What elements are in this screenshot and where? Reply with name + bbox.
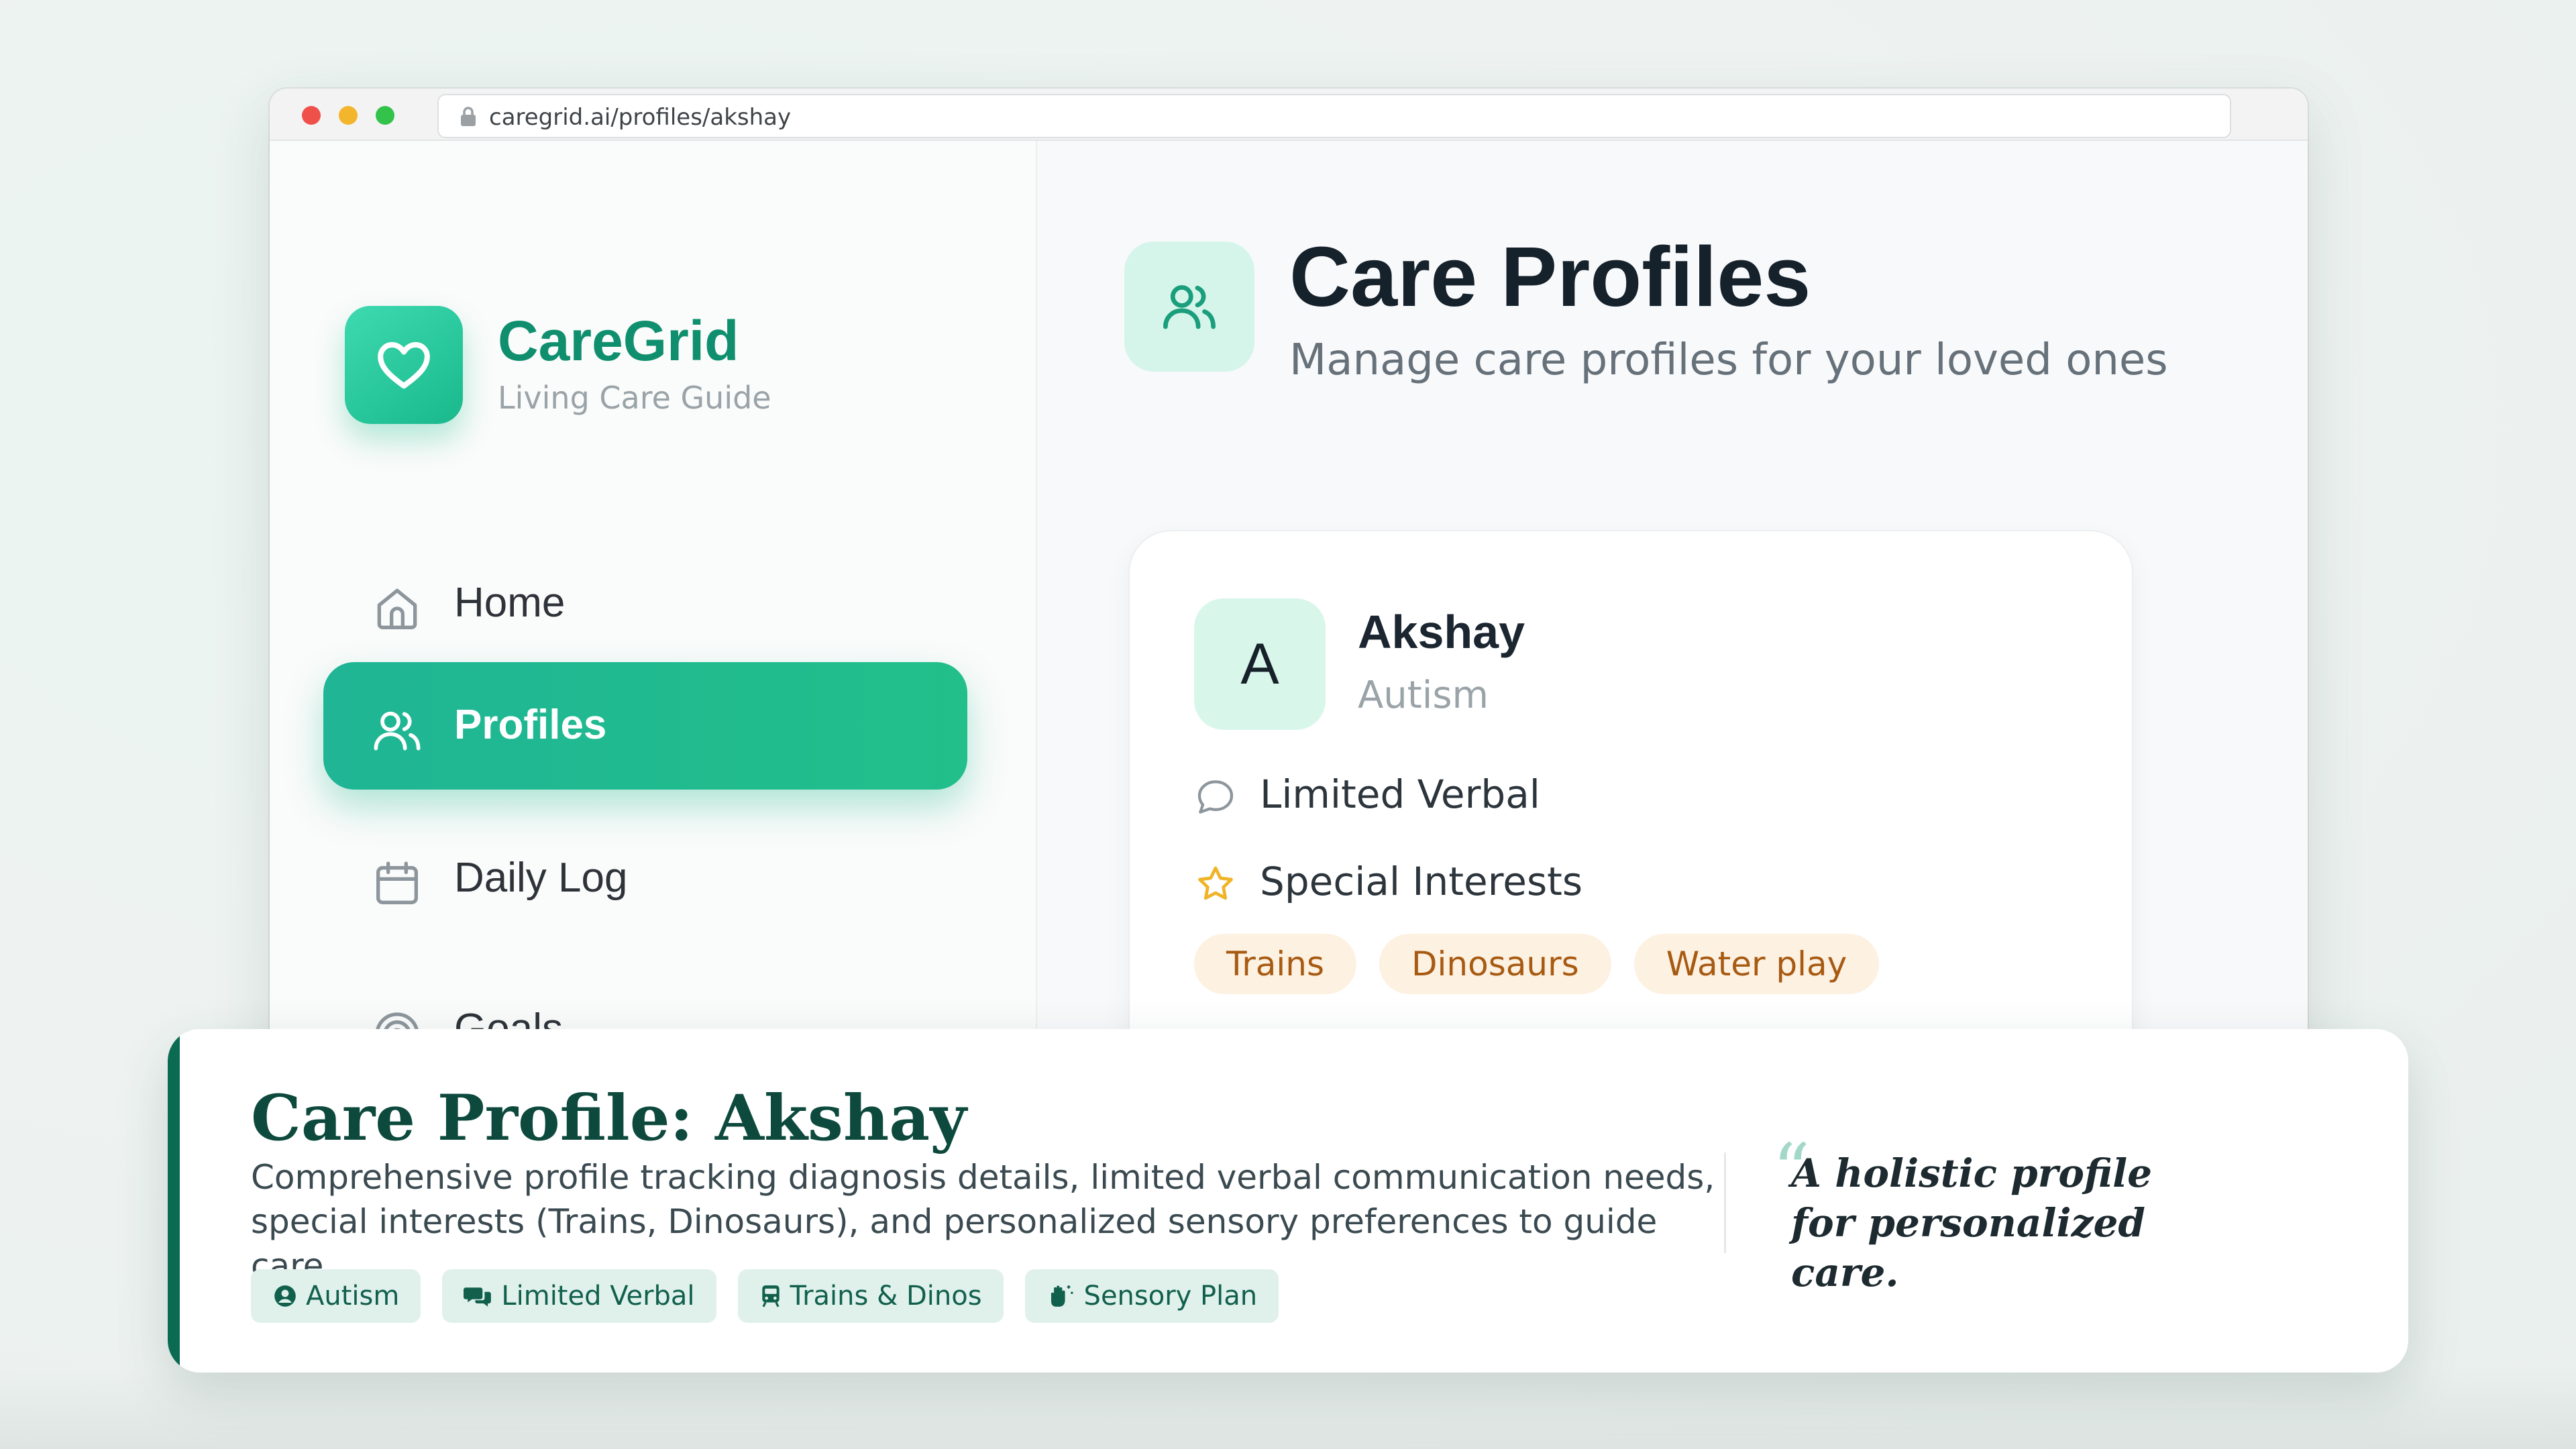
train-icon <box>761 1285 780 1307</box>
user-circle-icon <box>274 1285 296 1307</box>
tag-label: Limited Verbal <box>501 1281 695 1311</box>
sidebar-item-home[interactable]: Home <box>323 540 967 667</box>
page-title: Care Profiles <box>1289 229 1811 324</box>
avatar: A <box>1194 598 1326 730</box>
avatar-letter: A <box>1240 631 1279 696</box>
sidebar: CareGrid Living Care Guide Home Profiles… <box>270 141 1037 1162</box>
close-window-button[interactable] <box>302 106 321 125</box>
tag-label: Trains & Dinos <box>790 1281 982 1311</box>
address-bar[interactable]: caregrid.ai/profiles/akshay <box>437 94 2231 138</box>
tag-limited-verbal: Limited Verbal <box>442 1269 716 1323</box>
caption-divider <box>1724 1152 1726 1253</box>
caption-description: Comprehensive profile tracking diagnosis… <box>251 1158 1715 1285</box>
minimize-window-button[interactable] <box>339 106 358 125</box>
caption-quote: A holistic profile for personalized care… <box>1791 1150 2153 1295</box>
browser-window: caregrid.ai/profiles/akshay CareGrid Liv… <box>270 89 2308 1162</box>
tag-autism: Autism <box>251 1269 421 1323</box>
tag-trains-dinos: Trains & Dinos <box>737 1269 1004 1323</box>
page-subtitle: Manage care profiles for your loved ones <box>1289 335 2168 385</box>
main-content: Care Profiles Manage care profiles for y… <box>1037 141 2308 1162</box>
caption-panel: Care Profile: Akshay Comprehensive profi… <box>168 1029 2408 1373</box>
communication-label: Limited Verbal <box>1260 771 1540 817</box>
interest-chip[interactable]: Water play <box>1633 934 1880 994</box>
tag-label: Autism <box>306 1281 400 1311</box>
bottom-fade <box>0 1368 2576 1449</box>
comments-icon <box>464 1287 492 1307</box>
brand-name: CareGrid <box>498 309 739 372</box>
speech-bubble-icon <box>1197 780 1234 814</box>
maximize-window-button[interactable] <box>376 106 394 125</box>
sidebar-item-daily-log[interactable]: Daily Log <box>323 815 967 943</box>
browser-titlebar: caregrid.ai/profiles/akshay <box>270 89 2308 141</box>
heart-icon <box>378 341 430 389</box>
interest-chip[interactable]: Trains <box>1194 934 1357 994</box>
users-icon <box>1163 285 1216 329</box>
brand-tagline: Living Care Guide <box>498 380 771 416</box>
tag-sensory-plan: Sensory Plan <box>1024 1269 1279 1323</box>
caption-title: Care Profile: Akshay <box>251 1081 967 1155</box>
calendar-icon <box>370 857 424 913</box>
sidebar-item-label: Home <box>454 580 566 626</box>
profile-diagnosis: Autism <box>1358 674 1489 717</box>
users-icon <box>370 704 424 760</box>
caption-accent-bar <box>168 1029 180 1373</box>
star-icon <box>1198 866 1233 900</box>
home-icon <box>370 582 424 638</box>
header-icon-box <box>1124 241 1254 372</box>
profile-name: Akshay <box>1358 606 1525 658</box>
lock-icon <box>459 106 478 130</box>
sidebar-item-profiles[interactable]: Profiles <box>323 662 967 790</box>
sidebar-item-label: Profiles <box>454 702 607 748</box>
interest-chip[interactable]: Dinosaurs <box>1379 934 1611 994</box>
tag-label: Sensory Plan <box>1083 1281 1258 1311</box>
caption-tags: Autism Limited Verbal Trains & Dinos Sen… <box>251 1269 1279 1323</box>
hand-sparkle-icon <box>1051 1285 1073 1307</box>
url-text: caregrid.ai/profiles/akshay <box>489 104 792 131</box>
interests-label: Special Interests <box>1260 859 1583 904</box>
app-logo[interactable] <box>345 306 463 424</box>
interest-chips: Trains Dinosaurs Water play <box>1194 934 1880 994</box>
sidebar-item-label: Daily Log <box>454 855 628 901</box>
